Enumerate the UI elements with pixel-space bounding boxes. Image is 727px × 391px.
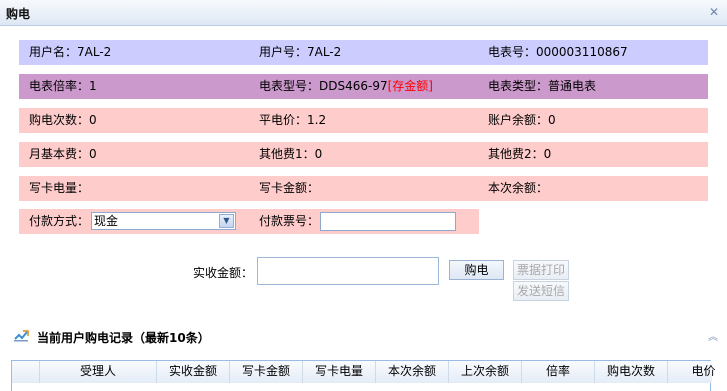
buy-button[interactable]: 购电 [449,260,504,280]
print-receipt-button[interactable]: 票据打印 [513,260,569,280]
paid-amount-label: 实收金额： [193,266,254,280]
pay-method-row: 付款方式： 现金 ▼ [19,209,249,234]
close-icon[interactable]: ✕ [707,5,721,19]
grid-column-header[interactable]: 受理人 [40,361,157,383]
buy-count-field: 购电次数：0 [19,108,249,133]
user-no-field: 用户号：7AL-2 [249,40,479,65]
window-titlebar: 购电 ✕ [0,0,727,26]
records-icon [14,330,29,342]
chevron-down-icon[interactable]: ▼ [219,214,234,228]
meter-model-field: 电表型号：DDS466-97[存金额] [249,74,479,99]
meter-type-field: 电表类型：普通电表 [478,74,708,99]
grid-column-header[interactable]: 本次余额 [376,361,449,383]
grid-column-header[interactable]: 写卡电量 [303,361,376,383]
meter-no-field: 电表号：000003110867 [478,40,708,65]
window-title: 购电 [6,7,31,21]
send-sms-button[interactable]: 发送短信 [513,281,569,301]
meter-rate-field: 电表倍率：1 [19,74,249,99]
records-header: 当前用户购电记录（最新10条） ︽ [0,326,727,348]
records-grid: 受理人 实收金额 写卡金额 写卡电量 本次余额 上次余额 倍率 购电次数 电价 [11,360,716,391]
other-fee2-field: 其他费2：0 [478,142,708,167]
monthly-fee-field: 月基本费：0 [19,142,249,167]
ticket-no-row: 付款票号： [249,209,479,234]
other-fee1-field: 其他费1：0 [249,142,479,167]
grid-column-header[interactable]: 实收金额 [157,361,230,383]
card-energy-field: 写卡电量： [19,176,249,201]
user-name-field: 用户名：7AL-2 [19,40,249,65]
grid-column-header[interactable]: 上次余额 [449,361,522,383]
pay-method-label: 付款方式： [29,214,90,228]
grid-column-header[interactable]: 倍率 [522,361,595,383]
meter-model-tag: [存金额] [387,79,433,93]
flat-price-field: 平电价：1.2 [249,108,479,133]
grid-column-header[interactable]: 电价 [668,361,727,383]
pay-method-value: 现金 [94,214,119,228]
card-amount-field: 写卡金额： [249,176,479,201]
this-balance-field: 本次余额： [478,176,708,201]
records-title: 当前用户购电记录（最新10条） [37,331,210,345]
paid-amount-input[interactable] [257,257,439,285]
ticket-no-input[interactable] [320,212,456,231]
grid-row-number-header [12,361,40,383]
records-grid-header: 受理人 实收金额 写卡金额 写卡电量 本次余额 上次余额 倍率 购电次数 电价 [12,361,716,383]
account-balance-field: 账户余额：0 [478,108,708,133]
pay-method-select[interactable]: 现金 ▼ [91,212,236,230]
collapse-icon[interactable]: ︽ [708,328,718,343]
grid-column-header[interactable]: 购电次数 [595,361,668,383]
ticket-no-label: 付款票号： [259,214,320,228]
grid-column-header[interactable]: 写卡金额 [230,361,303,383]
meter-model-text: 电表型号：DDS466-97 [259,79,388,93]
